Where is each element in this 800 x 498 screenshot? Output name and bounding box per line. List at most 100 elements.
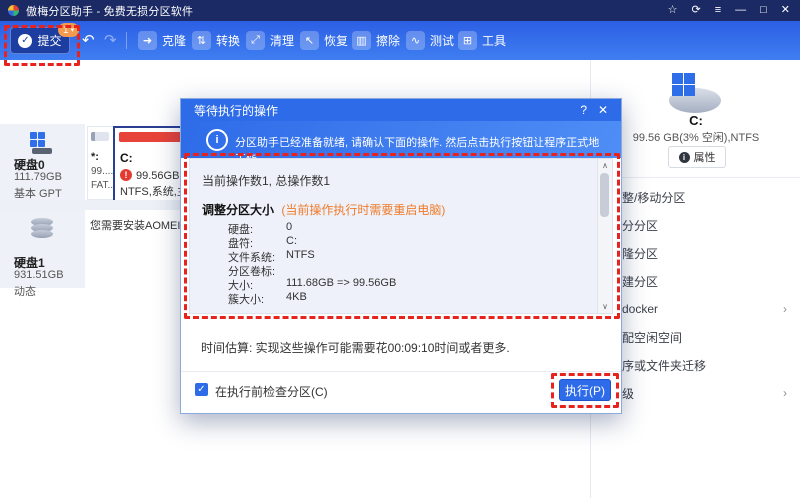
operation-name: 调整分区大小 <box>202 203 275 217</box>
disk-size: 111.79GB <box>14 171 62 183</box>
dialog-titlebar: 等待执行的操作 <box>181 99 621 121</box>
operations-summary: 当前操作数1, 总操作数1 <box>202 174 331 188</box>
menu-item-create-partition[interactable]: 建分区 <box>622 271 791 291</box>
app-logo-icon <box>8 5 19 16</box>
favorite-star-icon[interactable]: ☆ <box>668 5 678 16</box>
execute-button[interactable]: 执行(P) <box>559 379 611 401</box>
operation-restart-note: (当前操作执行时需要重启电脑) <box>281 203 446 217</box>
toolbar-item-label: 擦除 <box>376 34 401 48</box>
dialog-info-banner: i 分区助手已经准备就绪, 请确认下面的操作. 然后点击执行按钮让程序正式地工作… <box>181 121 621 165</box>
toolbar-item-clone[interactable]: ➜ 克隆 <box>138 31 186 50</box>
main-menu-icon[interactable]: ≡ <box>715 5 721 16</box>
undo-icon[interactable]: ↶ <box>82 33 95 48</box>
menu-item-label: 序或文件夹迁移 <box>622 358 707 373</box>
partition-block-efi[interactable]: *: 99.... FAT... <box>87 126 116 200</box>
dialog-close-icon[interactable]: ✕ <box>598 103 608 117</box>
close-icon[interactable]: ✕ <box>781 5 790 16</box>
menu-item-label: 级 <box>622 386 635 401</box>
field-value: 0 <box>286 221 293 233</box>
scroll-up-icon[interactable]: ∧ <box>598 161 612 170</box>
field-value: C: <box>286 235 297 247</box>
partition-usage-bar <box>91 132 109 141</box>
pending-operations-badge[interactable]: 1 ▾ <box>58 23 80 37</box>
time-estimate: 时间估算: 实现这些操作可能需要花00:09:10时间或者更多. <box>201 341 510 355</box>
toolbar-item-label: 转换 <box>216 34 241 48</box>
properties-label: 属性 <box>693 152 716 164</box>
menu-item-allocate-free-space[interactable]: 配空闲空间 <box>622 327 791 347</box>
chevron-right-icon: › <box>783 386 787 400</box>
field-value: NTFS <box>286 249 315 261</box>
test-icon: ∿ <box>406 31 425 50</box>
menu-item-clone-partition[interactable]: 隆分区 <box>622 243 791 263</box>
toolbar-separator <box>126 32 127 49</box>
toolbar-item-recover[interactable]: ↖ 恢复 <box>300 31 348 50</box>
window-title: 傲梅分区助手 - 免费无损分区软件 <box>26 5 194 18</box>
maximize-icon[interactable]: □ <box>760 5 767 16</box>
check-circle-icon: ✓ <box>18 33 33 48</box>
toolbar-item-label: 克隆 <box>162 34 187 48</box>
toolbar-item-label: 测试 <box>430 34 455 48</box>
toolbar-item-tools[interactable]: ⊞ 工具 <box>458 31 506 50</box>
disk-type: 基本 GPT <box>14 188 62 200</box>
disk-card-1[interactable]: 硬盘1 931.51GB 动态 <box>0 210 85 298</box>
menu-item-advanced[interactable]: 级 › <box>622 383 791 403</box>
dialog-title: 等待执行的操作 <box>194 103 279 118</box>
field-value: 4KB <box>286 291 307 303</box>
menu-item-split-partition[interactable]: 分分区 <box>622 215 791 235</box>
clone-icon: ➜ <box>138 31 157 50</box>
check-partitions-label[interactable]: 在执行前检查分区(C) <box>215 383 328 400</box>
toolbar-item-convert[interactable]: ⇅ 转换 <box>192 31 240 50</box>
field-value: 111.68GB => 99.56GB <box>286 277 397 289</box>
scrollbar-thumb[interactable] <box>600 173 609 217</box>
toolbar-item-erase[interactable]: ▥ 擦除 <box>352 31 400 50</box>
toolbar-item-label: 恢复 <box>324 34 349 48</box>
info-icon: i <box>206 129 228 151</box>
partition-fs: NTFS,系统,主 <box>120 186 188 198</box>
dialog-help-icon[interactable]: ? <box>580 103 587 117</box>
submit-button-label: 提交 <box>37 34 62 48</box>
scroll-down-icon[interactable]: ∨ <box>598 302 612 311</box>
chevron-right-icon: › <box>783 302 787 316</box>
menu-item-label: 配空闲空间 <box>622 330 683 345</box>
toolbar-item-label: 清理 <box>270 34 295 48</box>
selected-drive-info: 99.56 GB(3% 空闲),NTFS <box>632 132 760 144</box>
menu-item-label: 隆分区 <box>622 246 659 261</box>
menu-item-label: 整/移动分区 <box>622 190 686 205</box>
partition-size: 99.... <box>91 166 114 177</box>
menu-item-app-folder-mover[interactable]: 序或文件夹迁移 <box>622 355 791 375</box>
pending-operations-dialog: 等待执行的操作 ? ✕ i 分区助手已经准备就绪, 请确认下面的操作. 然后点击… <box>180 98 622 414</box>
partition-label: C: <box>120 151 133 165</box>
toolbar: ✓ 提交 1 ▾ ↶ ↷ ➜ 克隆 ⇅ 转换 ⤢ 清理 ↖ 恢复 ▥ 擦除 ∿ … <box>0 21 800 60</box>
operations-list: 当前操作数1, 总操作数1 调整分区大小 (当前操作执行时需要重启电脑) 硬盘:… <box>189 158 613 314</box>
selected-drive-label: C: <box>689 113 703 128</box>
disk-size: 931.51GB <box>14 269 64 281</box>
dialog-footer-divider <box>181 371 621 372</box>
update-refresh-icon[interactable]: ⟳ <box>691 5 700 16</box>
convert-icon: ⇅ <box>192 31 211 50</box>
basic-disk-icon <box>30 132 54 154</box>
menu-item-label: 分分区 <box>622 218 659 233</box>
app-window: 傲梅分区助手 - 免费无损分区软件 ☆ ⟳ ≡ — □ ✕ ✓ 提交 1 ▾ ↶… <box>0 0 800 498</box>
badge-count: 1 <box>63 24 69 36</box>
toolbar-item-test[interactable]: ∿ 测试 <box>406 31 454 50</box>
info-circle-icon: i <box>678 151 690 163</box>
menu-item-label: docker <box>622 302 659 316</box>
recover-icon: ↖ <box>300 31 319 50</box>
toolbar-item-label: 工具 <box>482 34 507 48</box>
clean-icon: ⤢ <box>246 31 265 50</box>
selected-partition-icon <box>663 72 725 114</box>
redo-icon[interactable]: ↷ <box>104 33 117 48</box>
scrollbar[interactable]: ∧ ∨ <box>597 159 612 313</box>
check-partitions-checkbox[interactable]: ✓ <box>195 383 208 396</box>
caret-down-icon: ▾ <box>70 27 75 34</box>
tools-icon: ⊞ <box>458 31 477 50</box>
menu-item-docker[interactable]: docker › <box>622 299 791 319</box>
toolbar-item-clean[interactable]: ⤢ 清理 <box>246 31 294 50</box>
menu-item-resize-move-partition[interactable]: 整/移动分区 <box>622 187 791 207</box>
disk-type: 动态 <box>14 286 36 298</box>
disk-card-0[interactable]: 硬盘0 111.79GB 基本 GPT <box>0 124 85 200</box>
field-label: 簇大小: <box>228 294 265 306</box>
minimize-icon[interactable]: — <box>735 5 746 16</box>
properties-button[interactable]: i 属性 <box>668 146 726 168</box>
warning-icon: ! <box>120 169 132 181</box>
